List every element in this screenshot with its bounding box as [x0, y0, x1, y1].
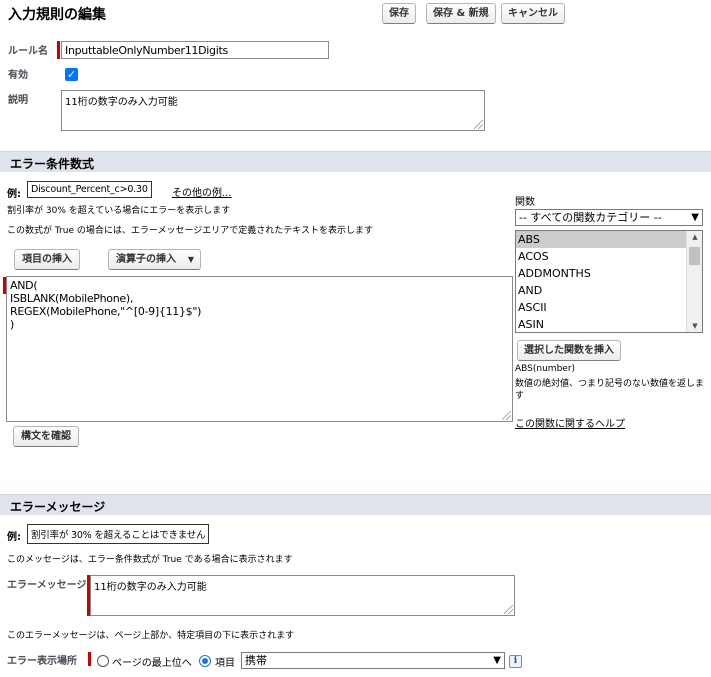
function-listbox[interactable]: ABS ACOS ADDMONTHS AND ASCII ASIN ▲ ▼: [515, 230, 703, 333]
description-text: 11桁の数字のみ入力可能: [65, 97, 178, 108]
message-example-label: 例:: [7, 532, 21, 543]
function-signature: ABS(number): [515, 364, 576, 374]
example-description: 割引率が 30% を超えている場合にエラーを表示します: [7, 206, 231, 216]
description-label: 説明: [8, 95, 28, 106]
function-category-value: -- すべての関数カテゴリー --: [519, 211, 662, 224]
location-description: このエラーメッセージは、ページ上部か、特定項目の下に表示されます: [7, 631, 295, 641]
insert-operator-label: 演算子の挿入: [116, 254, 176, 265]
formula-line: ): [10, 318, 14, 331]
formula-line: AND(: [10, 279, 38, 292]
error-message-textarea[interactable]: 11桁の数字のみ入力可能: [90, 575, 515, 616]
active-label: 有効: [8, 70, 28, 81]
function-item-and[interactable]: AND: [516, 282, 702, 299]
condition-section-header: エラー条件数式: [0, 151, 711, 172]
radio-page-top-label: ページの最上位へ: [112, 658, 192, 669]
save-button[interactable]: 保存: [382, 3, 416, 24]
scrollbar-thumb[interactable]: [689, 247, 700, 265]
save-new-button[interactable]: 保存 & 新規: [426, 3, 496, 24]
formula-line: REGEX(MobilePhone,"^[0-9]{11}$"): [10, 305, 202, 318]
formula-line: ISBLANK(MobilePhone),: [10, 292, 134, 305]
required-marker: [57, 41, 60, 59]
page-title: 入力規則の編集: [8, 7, 106, 23]
chevron-down-icon: ▼: [691, 212, 699, 223]
functions-label: 関数: [515, 197, 535, 208]
rule-name-input[interactable]: InputtableOnlyNumber11Digits: [61, 41, 329, 59]
resize-grip-icon[interactable]: [502, 411, 511, 420]
scroll-up-arrow-icon[interactable]: ▲: [687, 233, 702, 241]
chevron-down-icon: ▼: [493, 655, 501, 666]
info-icon[interactable]: i: [509, 655, 522, 668]
example-formula: Discount_Percent_c>0.30: [27, 181, 152, 198]
function-item-addmonths[interactable]: ADDMONTHS: [516, 265, 702, 282]
function-help-link[interactable]: この関数に関するヘルプ: [515, 415, 625, 430]
message-section-header: エラーメッセージ: [0, 494, 711, 515]
radio-field-label: 項目: [215, 658, 235, 669]
more-examples-link[interactable]: その他の例...: [172, 184, 232, 199]
error-message-text: 11桁の数字のみ入力可能: [94, 582, 207, 593]
resize-grip-icon[interactable]: [504, 605, 513, 614]
function-item-abs[interactable]: ABS: [516, 231, 702, 248]
error-message-label: エラーメッセージ: [7, 580, 87, 591]
insert-function-button[interactable]: 選択した関数を挿入: [517, 340, 621, 361]
function-category-select[interactable]: -- すべての関数カテゴリー -- ▼: [515, 209, 703, 226]
example-label: 例:: [7, 189, 21, 200]
function-item-acos[interactable]: ACOS: [516, 248, 702, 265]
radio-page-top[interactable]: [97, 655, 109, 667]
message-example: 割引率が 30% を超えることはできません: [27, 524, 210, 544]
insert-field-button[interactable]: 項目の挿入: [14, 249, 80, 270]
function-item-asin[interactable]: ASIN: [516, 316, 702, 332]
cancel-button[interactable]: キャンセル: [501, 3, 565, 24]
error-location-label: エラー表示場所: [7, 656, 77, 667]
message-true-description: このメッセージは、エラー条件数式が True である場合に表示されます: [7, 555, 293, 565]
location-required-marker: [88, 652, 91, 666]
resize-grip-icon[interactable]: [474, 120, 483, 129]
insert-operator-button[interactable]: 演算子の挿入 ▼: [108, 249, 201, 270]
check-syntax-button[interactable]: 構文を確認: [13, 426, 79, 447]
condition-section-title: エラー条件数式: [10, 157, 95, 171]
function-description: 数値の絶対値、つまり記号のない数値を返します: [515, 379, 705, 401]
formula-editor[interactable]: AND( ISBLANK(MobilePhone), REGEX(MobileP…: [6, 276, 513, 422]
true-description: この数式が True の場合には、エラーメッセージエリアで定義されたテキストを表…: [7, 226, 374, 236]
field-select-value: 携帯: [245, 654, 267, 667]
active-checkbox[interactable]: ✓: [65, 68, 78, 81]
scroll-down-arrow-icon[interactable]: ▼: [687, 322, 702, 330]
message-section-title: エラーメッセージ: [10, 500, 106, 514]
rule-name-label: ルール名: [8, 46, 48, 57]
function-list-scrollbar[interactable]: ▲ ▼: [686, 231, 702, 332]
radio-field[interactable]: [199, 655, 211, 667]
description-textarea[interactable]: 11桁の数字のみ入力可能: [61, 90, 485, 131]
function-item-ascii[interactable]: ASCII: [516, 299, 702, 316]
field-select[interactable]: 携帯 ▼: [241, 652, 505, 669]
dropdown-arrow-icon: ▼: [187, 255, 194, 264]
